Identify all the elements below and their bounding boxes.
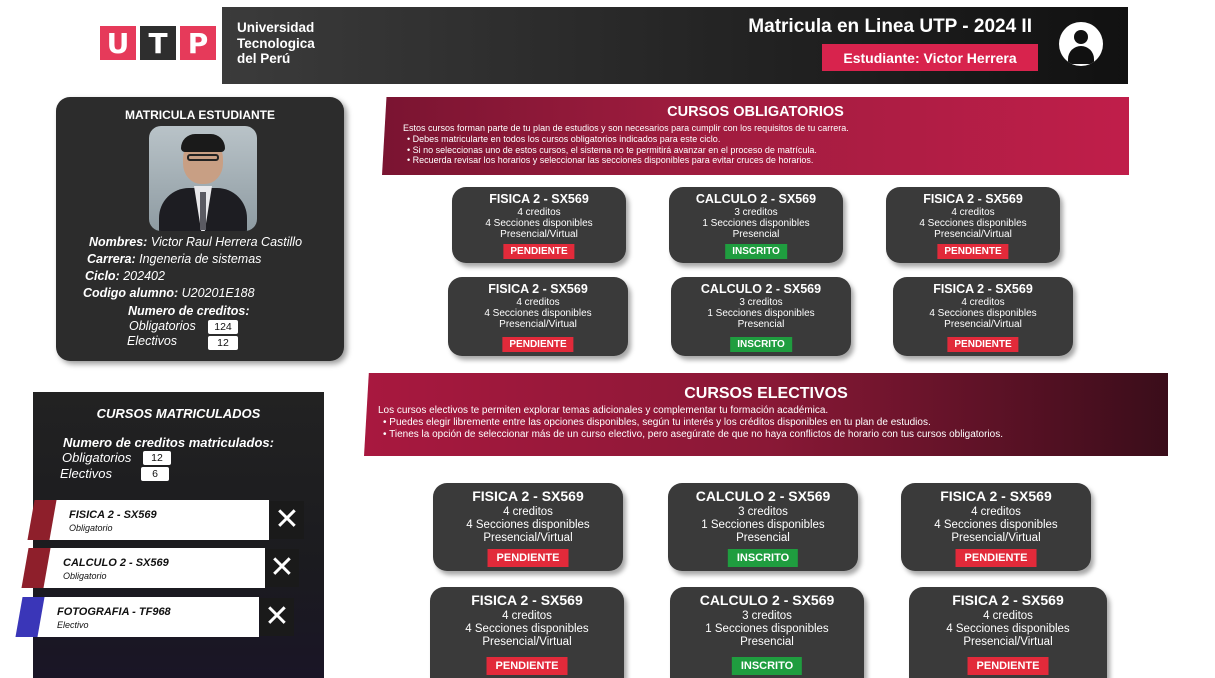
course-card[interactable]: CALCULO 2 - SX569 3 creditos 1 Secciones… — [670, 587, 864, 678]
course-card[interactable]: CALCULO 2 - SX569 3 creditos 1 Secciones… — [671, 277, 851, 356]
credits-value: 12 — [143, 451, 171, 465]
remove-course-button[interactable]: ✕ — [265, 549, 299, 587]
course-card[interactable]: CALCULO 2 - SX569 3 creditos 1 Secciones… — [669, 187, 843, 263]
status-badge: PENDIENTE — [947, 337, 1019, 352]
status-badge: INSCRITO — [731, 657, 803, 675]
enrolled-item: FOTOGRAFIA - TF968 Electivo — [35, 597, 259, 637]
enrolled-credits-title: Numero de creditos matriculados: — [63, 435, 274, 450]
enrolled-credits-electivos: Electivos 6 — [60, 466, 169, 481]
mandatory-courses-banner: CURSOS OBLIGATORIOS Estos cursos forman … — [382, 97, 1129, 175]
logo-letter-t: T — [140, 26, 176, 60]
status-badge: PENDIENTE — [487, 549, 569, 567]
elective-title: CURSOS ELECTIVOS — [684, 385, 848, 402]
elective-courses-banner: CURSOS ELECTIVOS Los cursos electivos te… — [364, 373, 1168, 456]
logo-letter-u: U — [100, 26, 136, 60]
credits-electivos: Electivos 12 — [127, 334, 238, 350]
credits-value: 124 — [208, 320, 238, 334]
course-card[interactable]: FISICA 2 - SX569 4 creditos 4 Secciones … — [430, 587, 624, 678]
course-card[interactable]: FISICA 2 - SX569 4 creditos 4 Secciones … — [433, 483, 623, 571]
page-title: Matricula en Linea UTP - 2024 II — [748, 16, 1032, 37]
credits-value: 12 — [208, 336, 238, 350]
status-badge: PENDIENTE — [503, 244, 575, 259]
university-name: Universidad Tecnologica del Perú — [237, 20, 315, 66]
course-card[interactable]: FISICA 2 - SX569 4 creditos 4 Secciones … — [909, 587, 1107, 678]
credits-obligatorios: Obligatorios 124 — [129, 319, 238, 334]
field-codigo: Codigo alumno: U20201E188 — [83, 286, 255, 300]
logo-letter-p: P — [180, 26, 216, 60]
course-card[interactable]: FISICA 2 - SX569 4 creditos 4 Secciones … — [452, 187, 626, 263]
student-badge: Estudiante: Victor Herrera — [822, 44, 1038, 71]
elective-rules: Puedes elegir libremente entre las opcio… — [383, 417, 1003, 441]
remove-course-button[interactable]: ✕ — [260, 598, 294, 636]
status-badge: INSCRITO — [730, 337, 792, 352]
course-card[interactable]: FISICA 2 - SX569 4 creditos 4 Secciones … — [901, 483, 1091, 571]
utp-logo: U T P — [100, 26, 216, 60]
enrolled-item: CALCULO 2 - SX569 Obligatorio — [41, 548, 265, 588]
student-card: MATRICULA ESTUDIANTE Nombres: Victor Rau… — [56, 97, 344, 361]
field-carrera: Carrera: Ingeneria de sistemas — [87, 252, 262, 266]
status-badge: PENDIENTE — [937, 244, 1009, 259]
status-badge: INSCRITO — [725, 244, 787, 259]
enrolled-credits-obligatorios: Obligatorios 12 — [62, 450, 171, 465]
course-card[interactable]: FISICA 2 - SX569 4 creditos 4 Secciones … — [886, 187, 1060, 263]
enrolled-title: CURSOS MATRICULADOS — [96, 406, 261, 421]
status-badge: PENDIENTE — [486, 657, 568, 675]
student-card-title: MATRICULA ESTUDIANTE — [125, 108, 275, 122]
course-card[interactable]: FISICA 2 - SX569 4 creditos 4 Secciones … — [893, 277, 1073, 356]
course-card[interactable]: CALCULO 2 - SX569 3 creditos 1 Secciones… — [668, 483, 858, 571]
status-badge: INSCRITO — [727, 549, 799, 567]
course-card[interactable]: FISICA 2 - SX569 4 creditos 4 Secciones … — [448, 277, 628, 356]
enrolled-item: FISICA 2 - SX569 Obligatorio — [47, 500, 269, 540]
status-badge: PENDIENTE — [502, 337, 574, 352]
credits-value: 6 — [141, 467, 169, 481]
student-photo — [149, 126, 257, 231]
status-badge: PENDIENTE — [955, 549, 1037, 567]
user-avatar-icon[interactable] — [1059, 22, 1103, 66]
credits-title: Numero de creditos: — [128, 304, 250, 318]
mandatory-intro: Estos cursos forman parte de tu plan de … — [403, 123, 849, 133]
status-badge: PENDIENTE — [967, 657, 1049, 675]
field-nombres: Nombres: Victor Raul Herrera Castillo — [89, 235, 303, 249]
mandatory-rules: Debes matricularte en todos los cursos o… — [407, 134, 817, 166]
field-ciclo: Ciclo: 202402 — [85, 269, 165, 283]
remove-course-button[interactable]: ✕ — [270, 501, 304, 539]
mandatory-title: CURSOS OBLIGATORIOS — [667, 104, 844, 120]
elective-intro: Los cursos electivos te permiten explora… — [378, 405, 829, 416]
